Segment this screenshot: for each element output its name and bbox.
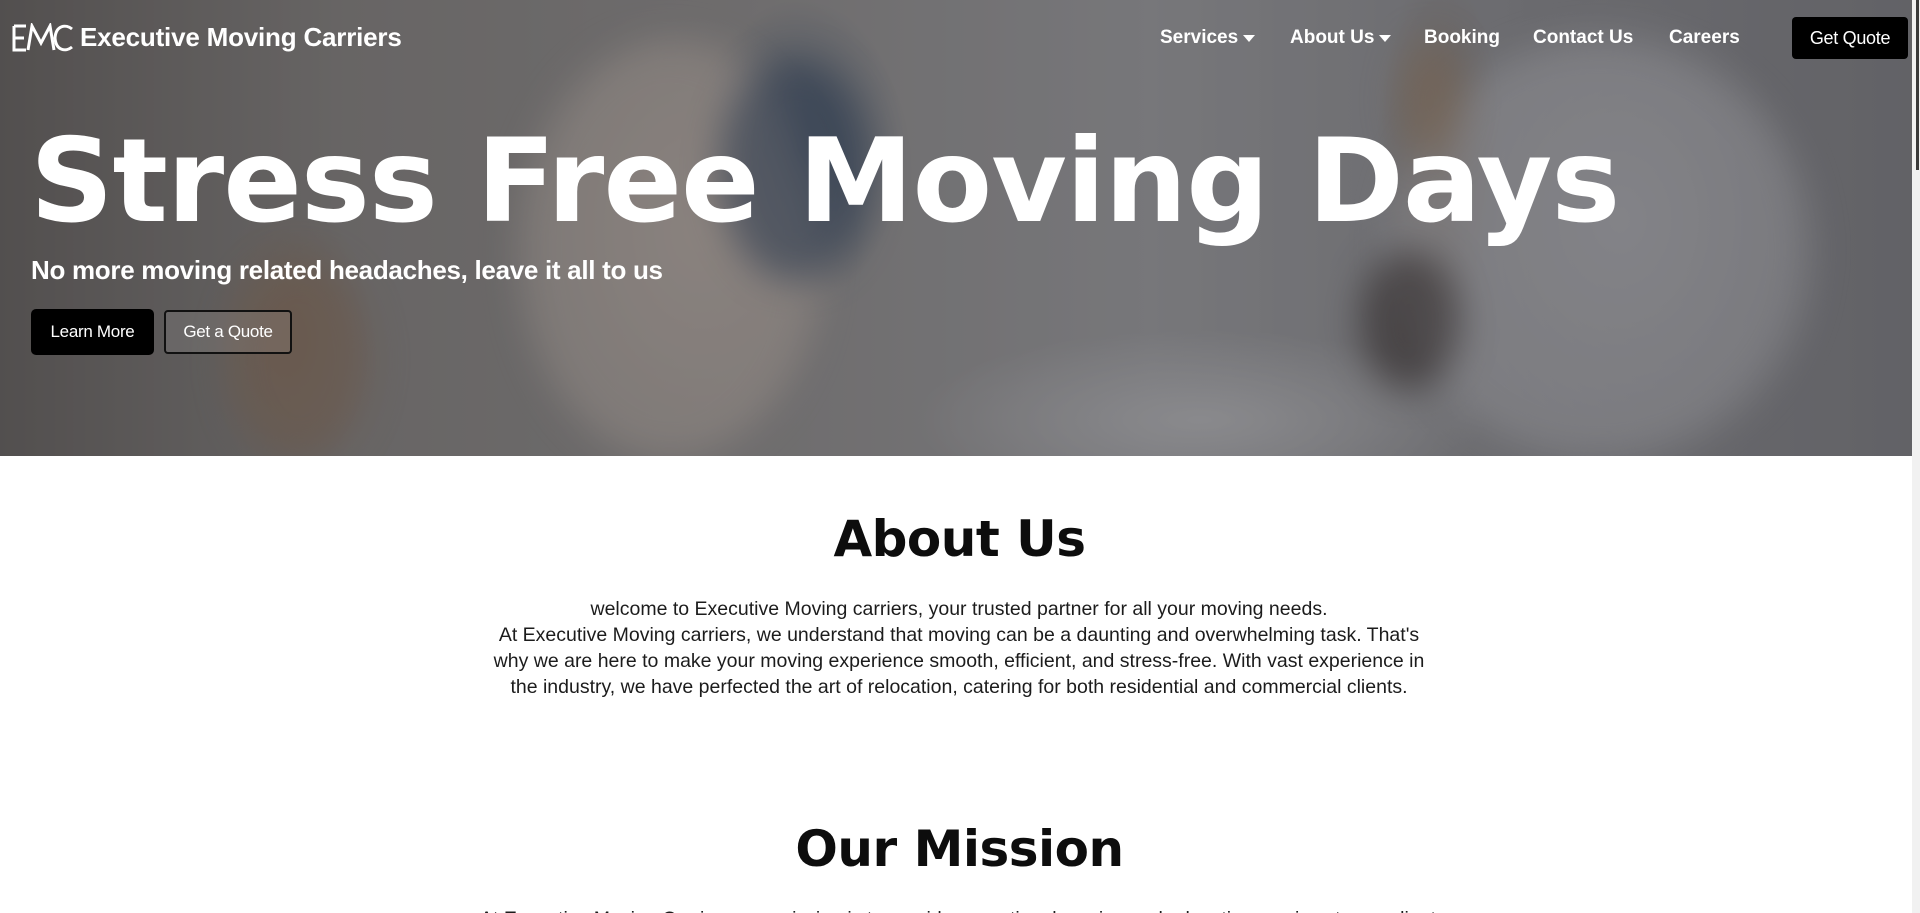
about-us-text: welcome to Executive Moving carriers, yo… xyxy=(480,596,1438,700)
get-a-quote-button[interactable]: Get a Quote xyxy=(164,310,292,354)
caret-down-icon xyxy=(1379,35,1392,42)
nav-item-services[interactable]: Services xyxy=(1160,27,1256,49)
our-mission-heading: Our Mission xyxy=(795,820,1124,878)
nav-item-label: Careers xyxy=(1669,27,1740,48)
scrollbar-thumb[interactable] xyxy=(1916,0,1919,170)
hero-subtitle: No more moving related headaches, leave … xyxy=(31,255,663,285)
nav-item-label: Contact Us xyxy=(1533,27,1634,48)
learn-more-button[interactable]: Learn More xyxy=(31,309,154,355)
nav-item-label: Services xyxy=(1160,27,1239,48)
caret-down-icon xyxy=(1243,35,1256,42)
hero-section: Executive Moving Carriers Services About… xyxy=(0,0,1919,456)
get-quote-button[interactable]: Get Quote xyxy=(1792,17,1908,59)
nav-item-booking[interactable]: Booking xyxy=(1424,27,1500,49)
nav-item-contact-us[interactable]: Contact Us xyxy=(1533,27,1633,49)
hero-title: Stress Free Moving Days xyxy=(30,114,1620,249)
nav-item-label: Booking xyxy=(1424,27,1500,48)
nav-item-label: About Us xyxy=(1290,27,1375,48)
nav-item-careers[interactable]: Careers xyxy=(1669,27,1740,49)
about-paragraph: welcome to Executive Moving carriers, yo… xyxy=(590,598,1328,620)
emc-logo-icon xyxy=(12,22,73,51)
nav-item-about-us[interactable]: About Us xyxy=(1290,27,1392,49)
site-logo[interactable]: Executive Moving Carriers xyxy=(10,22,402,53)
brand-name: Executive Moving Carriers xyxy=(80,22,402,52)
about-paragraph: At Executive Moving carriers, we underst… xyxy=(493,624,1425,698)
top-navigation: Executive Moving Carriers Services About… xyxy=(0,0,1919,78)
mission-text: At Executive Moving Carriers, our missio… xyxy=(480,906,1438,913)
about-us-heading: About Us xyxy=(833,510,1086,568)
page: Executive Moving Carriers Services About… xyxy=(0,0,1920,913)
